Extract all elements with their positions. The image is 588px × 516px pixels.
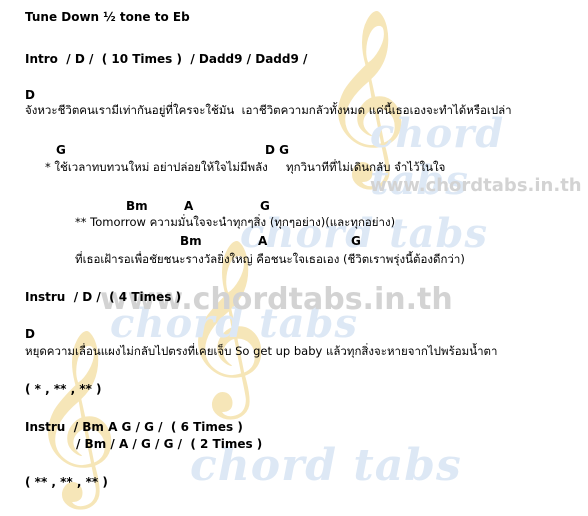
chorus-lyric-1: ** Tomorrow ความมั่นใจจะนำทุกๆสิ่ง (ทุกๆ… [75, 215, 396, 229]
chorus-chord-a: A [184, 199, 194, 213]
chorus-chord-bm: Bm [126, 199, 148, 213]
treble-clef-icon: 𝄞 [180, 238, 269, 412]
bridge-lyric: หยุดความเลื่อนแผงไม่กลับไปตรงที่เคยเจ็บ … [25, 344, 498, 358]
chorus-chord-g-2: G [351, 234, 361, 248]
chorus-chord-bm-2: Bm [180, 234, 202, 248]
treble-clef-icon: 𝄞 [320, 8, 409, 182]
repeat-marker-1: ( * , ** , ** ) [25, 382, 102, 396]
treble-clef-icon: 𝄞 [30, 328, 119, 502]
chorus-lyric-2: ที่เธอเฝ้ารอเพื่อชัยชนะรางวัลยิ่งใหญ่ คื… [75, 252, 465, 266]
verse-lyric: จังหวะชีวิตคนเรามีเท่ากันอยู่ที่ใครจะใช้… [25, 103, 512, 117]
chorus-chord-a-2: A [258, 234, 268, 248]
instru-line-1: Instru / D / ( 4 Times ) [25, 290, 182, 304]
watermark-word: chord tabs [370, 110, 505, 204]
pre-chorus-chord-dg: D G [265, 143, 289, 157]
repeat-marker-2: ( ** , ** , ** ) [25, 475, 108, 489]
pre-chorus-chord-g: G [56, 143, 66, 157]
intro-line: Intro / D / ( 10 Times ) / Dadd9 / Dadd9… [25, 52, 308, 66]
verse-chord: D [25, 88, 35, 102]
watermark-word: chord tabs [110, 300, 358, 347]
instru-line-2b: / Bm / A / G / G / ( 2 Times ) [76, 437, 263, 451]
bridge-chord: D [25, 327, 35, 341]
chorus-chord-g: G [260, 199, 270, 213]
pre-chorus-lyric: * ใช้เวลาทบทวนใหม่ อย่าปล่อยให้ใจไม่มีพล… [45, 160, 446, 174]
instru-line-2: Instru / Bm A G / G / ( 6 Times ) [25, 420, 243, 434]
tuning-note: Tune Down ½ tone to Eb [25, 10, 190, 24]
watermark-url: www.chordtabs.in.th [370, 175, 582, 196]
